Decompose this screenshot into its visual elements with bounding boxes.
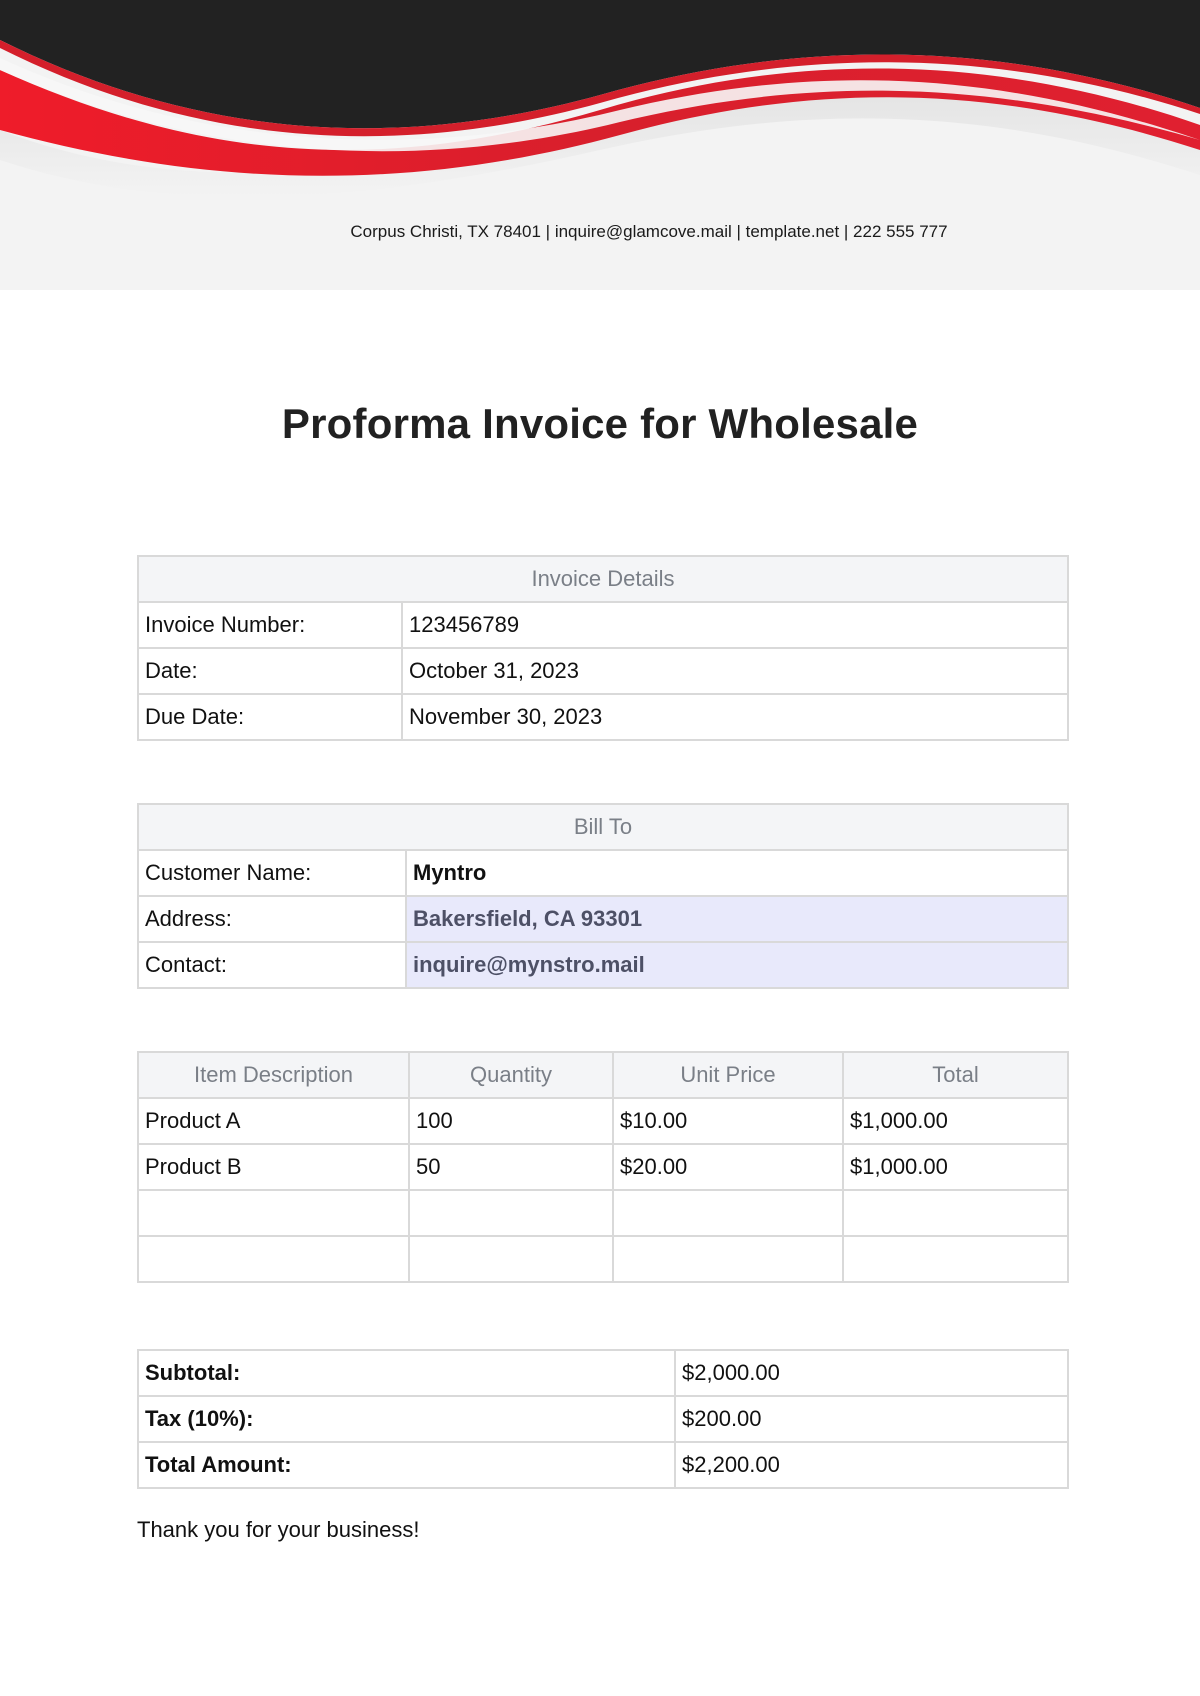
table-row bbox=[137, 1189, 1069, 1237]
customer-name-value: Myntro bbox=[405, 849, 1069, 897]
unit-price-cell bbox=[612, 1235, 844, 1283]
item-description-cell: Product B bbox=[137, 1143, 410, 1191]
company-contact-line: Corpus Christi, TX 78401 | inquire@glamc… bbox=[350, 222, 948, 241]
item-description-cell bbox=[137, 1235, 410, 1283]
column-header-total: Total bbox=[842, 1051, 1069, 1099]
table-row: Contact: inquire@mynstro.mail bbox=[137, 941, 1069, 989]
due-date-label: Due Date: bbox=[137, 693, 403, 741]
total-cell bbox=[842, 1189, 1069, 1237]
total-cell: $1,000.00 bbox=[842, 1097, 1069, 1145]
thank-you-note: Thank you for your business! bbox=[137, 1517, 420, 1542]
table-row: Date: October 31, 2023 bbox=[137, 647, 1069, 695]
table-row: Address: Bakersfield, CA 93301 bbox=[137, 895, 1069, 943]
table-row: Invoice Number: 123456789 bbox=[137, 601, 1069, 649]
quantity-cell bbox=[408, 1189, 614, 1237]
due-date-value: November 30, 2023 bbox=[401, 693, 1069, 741]
table-row: Subtotal: $2,000.00 bbox=[137, 1349, 1069, 1397]
page-header: Corpus Christi, TX 78401 | inquire@glamc… bbox=[0, 0, 1200, 290]
column-header-item-description: Item Description bbox=[137, 1051, 410, 1099]
total-amount-value: $2,200.00 bbox=[674, 1441, 1069, 1489]
item-description-cell bbox=[137, 1189, 410, 1237]
table-row: Customer Name: Myntro bbox=[137, 849, 1069, 897]
table-row bbox=[137, 1235, 1069, 1283]
bill-to-table: Bill To Customer Name: Myntro Address: B… bbox=[137, 803, 1069, 989]
tax-value: $200.00 bbox=[674, 1395, 1069, 1443]
header-wave-graphic bbox=[0, 0, 1200, 198]
tax-label: Tax (10%): bbox=[137, 1395, 676, 1443]
table-row: Tax (10%): $200.00 bbox=[137, 1395, 1069, 1443]
subtotal-label: Subtotal: bbox=[137, 1349, 676, 1397]
quantity-cell: 100 bbox=[408, 1097, 614, 1145]
date-label: Date: bbox=[137, 647, 403, 695]
invoice-details-heading: Invoice Details bbox=[137, 555, 1069, 603]
table-row: Due Date: November 30, 2023 bbox=[137, 693, 1069, 741]
column-header-unit-price: Unit Price bbox=[612, 1051, 844, 1099]
contact-label: Contact: bbox=[137, 941, 407, 989]
total-amount-label: Total Amount: bbox=[137, 1441, 676, 1489]
invoice-number-label: Invoice Number: bbox=[137, 601, 403, 649]
unit-price-cell: $10.00 bbox=[612, 1097, 844, 1145]
bill-to-heading: Bill To bbox=[137, 803, 1069, 851]
date-value: October 31, 2023 bbox=[401, 647, 1069, 695]
quantity-cell: 50 bbox=[408, 1143, 614, 1191]
unit-price-cell: $20.00 bbox=[612, 1143, 844, 1191]
table-row: Product A 100 $10.00 $1,000.00 bbox=[137, 1097, 1069, 1145]
items-table: Item Description Quantity Unit Price Tot… bbox=[137, 1051, 1069, 1283]
totals-table: Subtotal: $2,000.00 Tax (10%): $200.00 T… bbox=[137, 1349, 1069, 1489]
quantity-cell bbox=[408, 1235, 614, 1283]
table-row: Product B 50 $20.00 $1,000.00 bbox=[137, 1143, 1069, 1191]
items-header-row: Item Description Quantity Unit Price Tot… bbox=[137, 1051, 1069, 1099]
document-title: Proforma Invoice for Wholesale bbox=[281, 400, 919, 447]
address-value: Bakersfield, CA 93301 bbox=[405, 895, 1069, 943]
customer-name-label: Customer Name: bbox=[137, 849, 407, 897]
total-cell bbox=[842, 1235, 1069, 1283]
unit-price-cell bbox=[612, 1189, 844, 1237]
subtotal-value: $2,000.00 bbox=[674, 1349, 1069, 1397]
contact-value: inquire@mynstro.mail bbox=[405, 941, 1069, 989]
item-description-cell: Product A bbox=[137, 1097, 410, 1145]
table-row: Total Amount: $2,200.00 bbox=[137, 1441, 1069, 1489]
total-cell: $1,000.00 bbox=[842, 1143, 1069, 1191]
address-label: Address: bbox=[137, 895, 407, 943]
invoice-details-table: Invoice Details Invoice Number: 12345678… bbox=[137, 555, 1069, 741]
invoice-number-value: 123456789 bbox=[401, 601, 1069, 649]
column-header-quantity: Quantity bbox=[408, 1051, 614, 1099]
